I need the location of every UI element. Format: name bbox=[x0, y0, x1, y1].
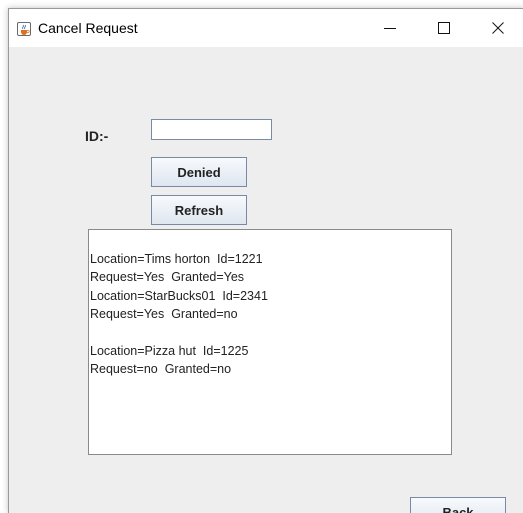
result-line bbox=[90, 324, 451, 342]
minimize-button[interactable] bbox=[367, 9, 413, 47]
close-icon bbox=[492, 22, 504, 34]
back-button[interactable]: Back bbox=[410, 497, 506, 513]
id-input[interactable] bbox=[151, 119, 272, 140]
cancel-request-window: Cancel Request ID:- Denied Refresh Locat… bbox=[8, 8, 523, 513]
maximize-icon bbox=[438, 22, 450, 34]
results-textarea[interactable]: Location=Tims horton Id=1221 Request=Yes… bbox=[88, 229, 452, 455]
result-line: Request=Yes Granted=no bbox=[90, 307, 238, 322]
result-line: Request=Yes Granted=Yes bbox=[90, 270, 245, 285]
close-button[interactable] bbox=[475, 9, 521, 47]
result-line: Location=Pizza hut Id=1225 bbox=[90, 343, 249, 358]
result-line: Location=StarBucks01 Id=2341 bbox=[90, 288, 268, 303]
window-title: Cancel Request bbox=[38, 20, 138, 36]
java-cup-icon bbox=[17, 22, 31, 36]
refresh-button[interactable]: Refresh bbox=[151, 195, 247, 225]
title-bar: Cancel Request bbox=[9, 9, 523, 47]
maximize-button[interactable] bbox=[421, 9, 467, 47]
result-line: Location=Tims horton Id=1221 bbox=[90, 252, 263, 266]
content-panel: ID:- Denied Refresh Location=Tims horton… bbox=[9, 47, 523, 513]
denied-button[interactable]: Denied bbox=[151, 157, 247, 187]
result-line: Request=no Granted=no bbox=[90, 362, 232, 377]
minimize-icon bbox=[384, 28, 396, 29]
id-label: ID:- bbox=[85, 128, 109, 144]
